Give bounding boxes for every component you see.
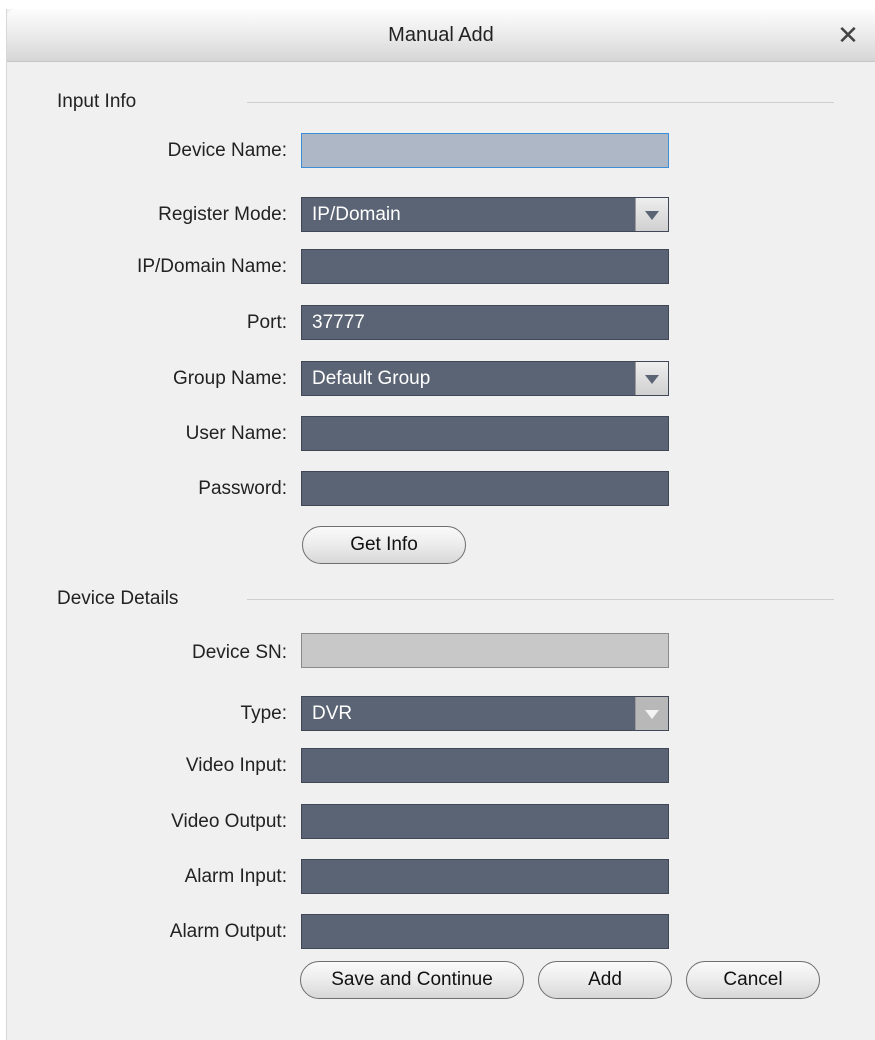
save-and-continue-button[interactable]: Save and Continue — [300, 961, 524, 999]
alarm-output-field[interactable] — [301, 914, 669, 949]
section-divider — [247, 599, 834, 600]
video-input-field[interactable] — [301, 748, 669, 783]
ip-domain-name-label: IP/Domain Name: — [137, 256, 287, 277]
dialog-title: Manual Add — [388, 24, 494, 46]
chevron-down-icon — [635, 697, 668, 730]
device-name-input[interactable] — [301, 133, 669, 168]
section-heading-device-details: Device Details — [57, 588, 179, 609]
group-name-value: Default Group — [312, 368, 431, 389]
register-mode-select[interactable]: IP/Domain — [301, 197, 669, 232]
user-name-input[interactable] — [301, 416, 669, 451]
alarm-input-label: Alarm Input: — [184, 866, 287, 887]
ip-domain-name-input[interactable] — [301, 249, 669, 284]
video-input-label: Video Input: — [185, 755, 287, 776]
device-name-label: Device Name: — [167, 140, 287, 161]
device-sn-input — [301, 633, 669, 668]
get-info-button[interactable]: Get Info — [302, 526, 466, 564]
add-button[interactable]: Add — [538, 961, 672, 999]
register-mode-value: IP/Domain — [312, 204, 401, 225]
alarm-output-label: Alarm Output: — [169, 921, 287, 942]
group-name-select[interactable]: Default Group — [301, 361, 669, 396]
password-input[interactable] — [301, 471, 669, 506]
manual-add-dialog: Manual Add ✕ Input Info Device Name: Reg… — [6, 9, 875, 1040]
title-bar: Manual Add ✕ — [7, 9, 875, 62]
group-name-label: Group Name: — [172, 368, 287, 389]
port-label: Port: — [246, 312, 287, 333]
register-mode-label: Register Mode: — [158, 204, 287, 225]
section-heading-input-info: Input Info — [57, 91, 137, 112]
type-value: DVR — [312, 703, 353, 724]
chevron-down-icon[interactable] — [635, 362, 668, 395]
section-divider — [247, 102, 834, 103]
type-label: Type: — [240, 703, 287, 724]
alarm-input-field[interactable] — [301, 859, 669, 894]
video-output-label: Video Output: — [171, 811, 287, 832]
port-input[interactable]: 37777 — [301, 305, 669, 340]
password-label: Password: — [198, 478, 287, 499]
user-name-label: User Name: — [185, 423, 287, 444]
close-icon[interactable]: ✕ — [833, 9, 863, 61]
chevron-down-icon[interactable] — [635, 198, 668, 231]
device-sn-label: Device SN: — [191, 642, 287, 663]
video-output-field[interactable] — [301, 804, 669, 839]
type-select: DVR — [301, 696, 669, 731]
cancel-button[interactable]: Cancel — [686, 961, 820, 999]
